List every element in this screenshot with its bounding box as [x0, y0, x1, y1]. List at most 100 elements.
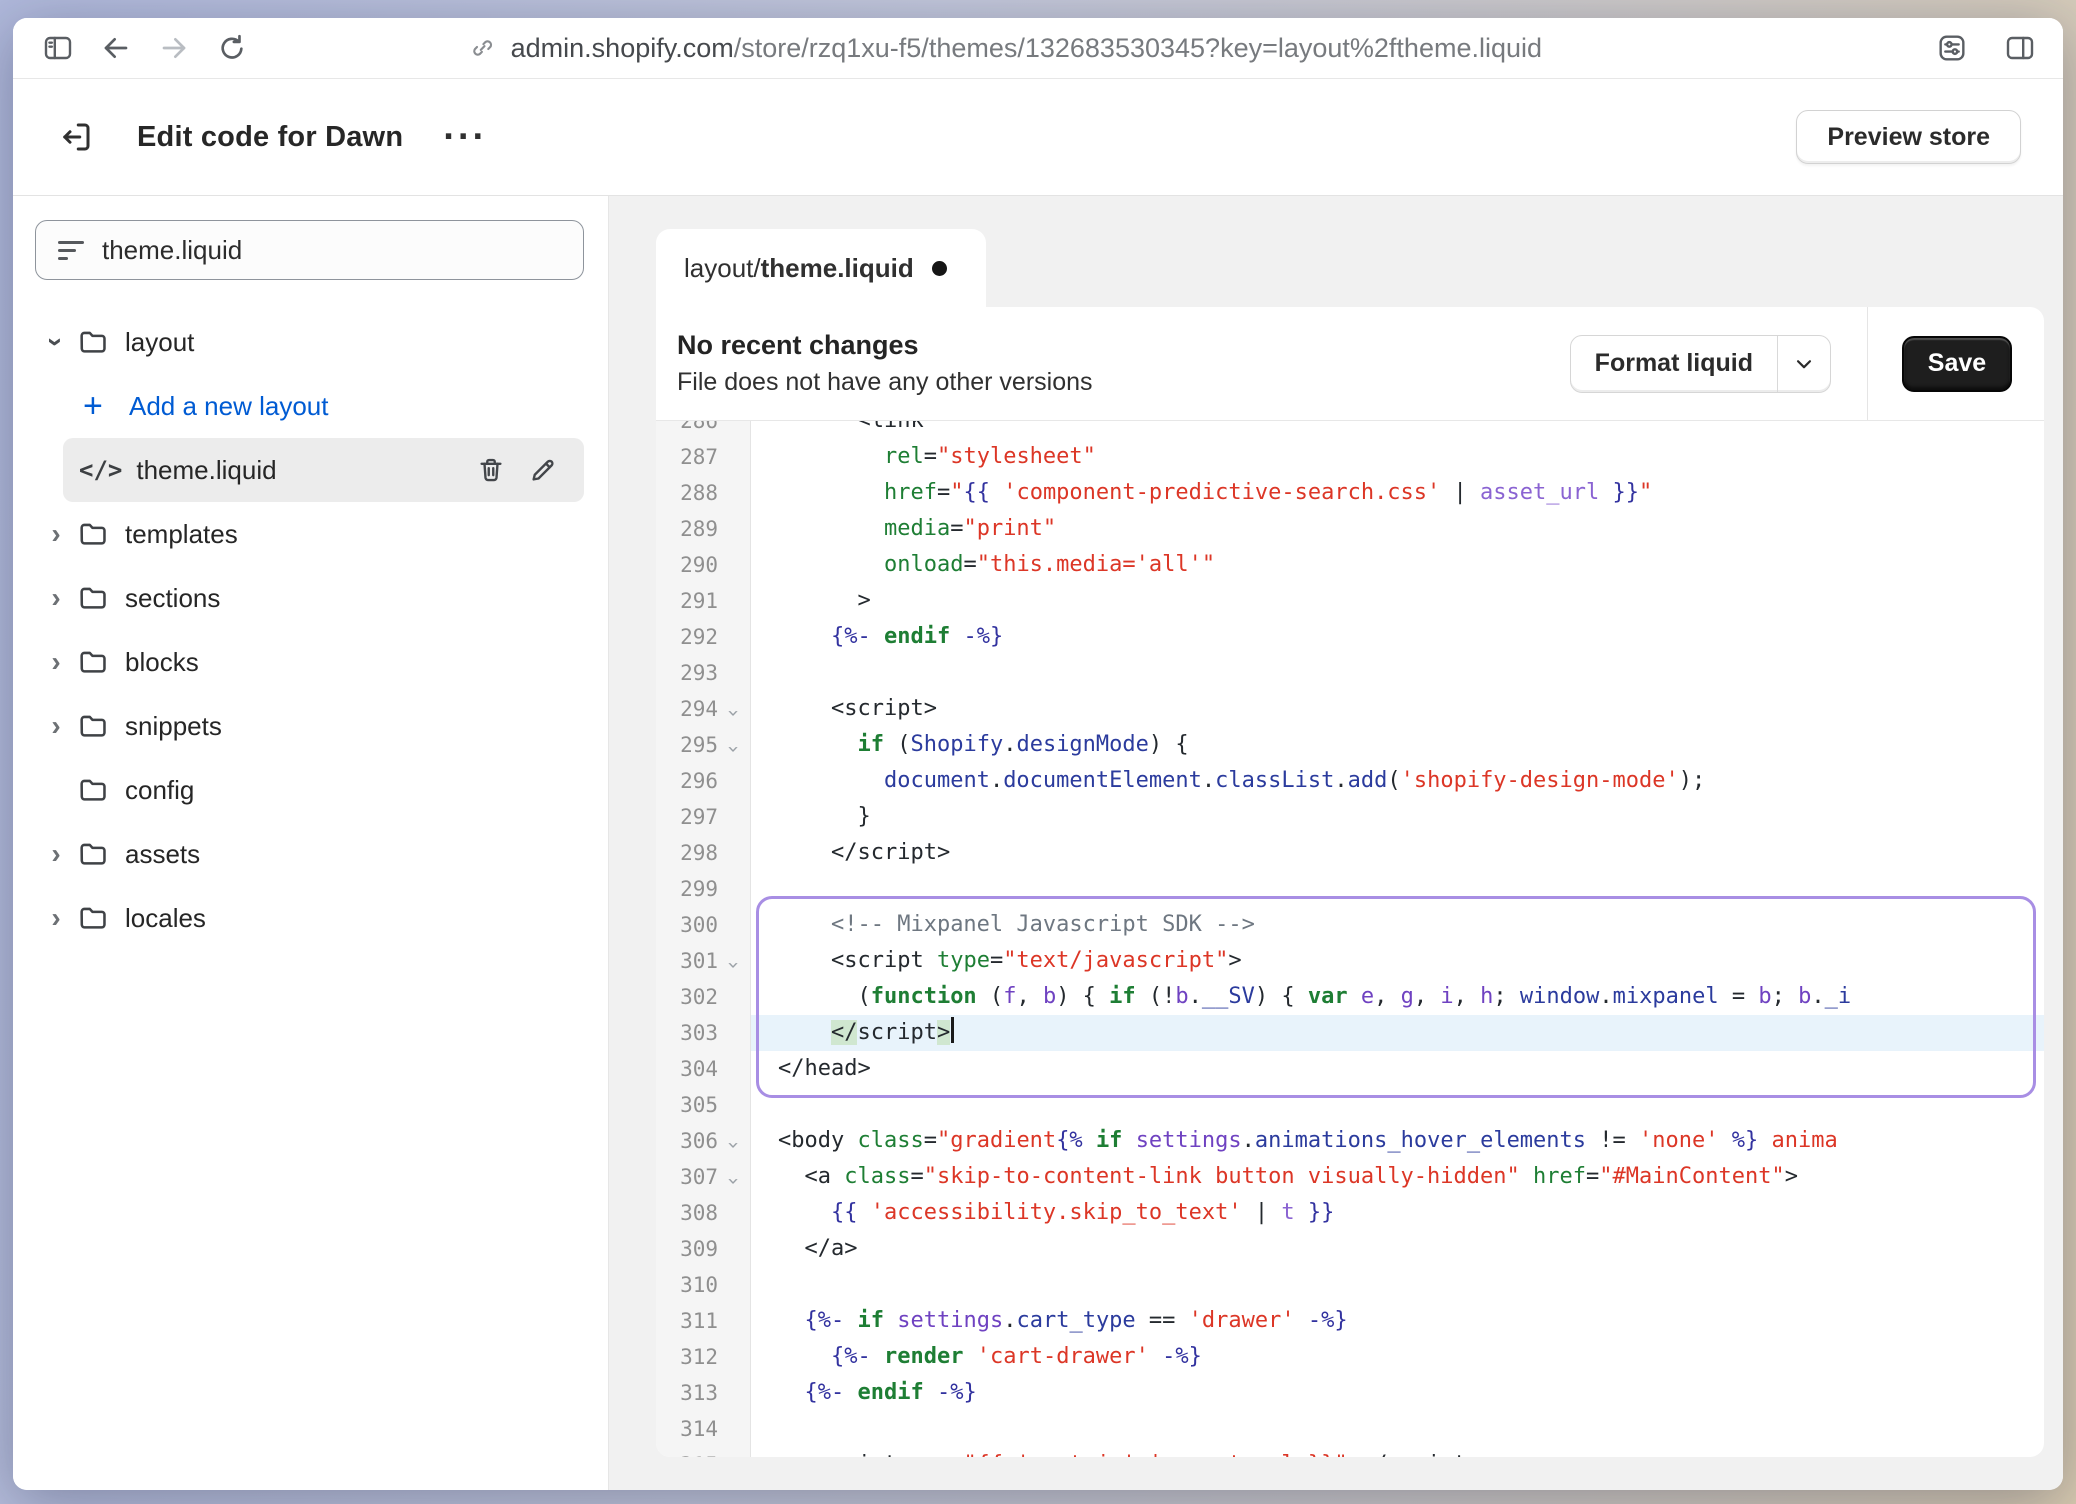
- sidebar-add-new-layout[interactable]: +Add a new layout: [35, 374, 584, 438]
- line-number: 286: [656, 421, 751, 439]
- code-line-288[interactable]: 288 href="{{ 'component-predictive-searc…: [656, 475, 2044, 511]
- code-line-291[interactable]: 291 >: [656, 583, 2044, 619]
- code-line-289[interactable]: 289 media="print": [656, 511, 2044, 547]
- format-liquid-dropdown[interactable]: [1777, 336, 1830, 392]
- code-line-294[interactable]: 294› <script>: [656, 691, 2044, 727]
- file-sidebar: theme.liquid › layout +Add a new layout</>…: [13, 196, 609, 1490]
- code-text: </script>: [751, 1015, 2044, 1051]
- sidebar-folder-blocks[interactable]: ›blocks: [35, 630, 584, 694]
- chevron-collapsed-icon[interactable]: ›: [35, 710, 77, 742]
- fold-toggle-icon[interactable]: ›: [724, 1131, 752, 1151]
- chevron-expanded-icon[interactable]: ›: [40, 321, 72, 363]
- code-line-314[interactable]: 314: [656, 1411, 2044, 1447]
- code-line-295[interactable]: 295› if (Shopify.designMode) {: [656, 727, 2044, 763]
- forward-button[interactable]: [153, 27, 195, 69]
- browser-window: admin.shopify.com/store/rzq1xu-f5/themes…: [13, 18, 2063, 1490]
- sidebar-file-theme.liquid[interactable]: </>theme.liquid: [63, 438, 584, 502]
- code-line-310[interactable]: 310: [656, 1267, 2044, 1303]
- fold-toggle-icon[interactable]: ›: [724, 735, 752, 755]
- format-liquid-label[interactable]: Format liquid: [1571, 336, 1777, 392]
- sidebar-folder-locales[interactable]: ›locales: [35, 886, 584, 950]
- address-bar[interactable]: admin.shopify.com/store/rzq1xu-f5/themes…: [470, 33, 1542, 64]
- page-header: Edit code for Dawn ··· Preview store: [13, 79, 2063, 196]
- delete-icon[interactable]: [476, 455, 506, 485]
- exit-button[interactable]: [53, 114, 99, 160]
- line-number: 307›: [656, 1159, 751, 1195]
- code-line-286[interactable]: 286 <link: [656, 421, 2044, 439]
- url-text: admin.shopify.com/store/rzq1xu-f5/themes…: [511, 33, 1542, 64]
- folder-icon: [77, 838, 109, 870]
- code-line-302[interactable]: 302 (function (f, b) { if (!b.__SV) { va…: [656, 979, 2044, 1015]
- save-button[interactable]: Save: [1902, 336, 2012, 392]
- sidebar-folder-config[interactable]: config: [35, 758, 584, 822]
- preview-store-button[interactable]: Preview store: [1796, 110, 2021, 164]
- code-line-308[interactable]: 308 {{ 'accessibility.skip_to_text' | t …: [656, 1195, 2044, 1231]
- reload-button[interactable]: [211, 27, 253, 69]
- code-line-287[interactable]: 287 rel="stylesheet": [656, 439, 2044, 475]
- folder-icon: [77, 774, 109, 806]
- file-filter-input[interactable]: theme.liquid: [35, 220, 584, 280]
- code-line-293[interactable]: 293: [656, 655, 2044, 691]
- line-number: 290: [656, 547, 751, 583]
- code-line-290[interactable]: 290 onload="this.media='all'": [656, 547, 2044, 583]
- code-text: [751, 655, 2044, 691]
- code-line-309[interactable]: 309 </a>: [656, 1231, 2044, 1267]
- code-line-313[interactable]: 313 {%- endif -%}: [656, 1375, 2044, 1411]
- edit-icon[interactable]: [528, 455, 558, 485]
- code-editor[interactable]: 286 <link287 rel="stylesheet"288 href="{…: [656, 421, 2044, 1457]
- code-line-306[interactable]: 306›<body class="gradient{% if settings.…: [656, 1123, 2044, 1159]
- chevron-collapsed-icon[interactable]: ›: [35, 646, 77, 678]
- code-line-305[interactable]: 305: [656, 1087, 2044, 1123]
- code-line-315[interactable]: 315 <script src="{{ 'cart.js' | asset_ur…: [656, 1447, 2044, 1457]
- code-line-298[interactable]: 298 </script>: [656, 835, 2044, 871]
- sidebar-right-toggle-icon[interactable]: [1999, 27, 2041, 69]
- page-settings-icon[interactable]: [1931, 27, 1973, 69]
- code-line-304[interactable]: 304</head>: [656, 1051, 2044, 1087]
- sidebar-folder-layout[interactable]: › layout: [35, 310, 584, 374]
- sidebar-folder-sections[interactable]: ›sections: [35, 566, 584, 630]
- fold-toggle-icon[interactable]: ›: [724, 699, 752, 719]
- editor-card: No recent changes File does not have any…: [656, 307, 2044, 1457]
- fold-toggle-icon[interactable]: ›: [724, 1167, 752, 1187]
- chevron-collapsed-icon[interactable]: ›: [35, 902, 77, 934]
- code-line-303[interactable]: 303 </script>: [656, 1015, 2044, 1051]
- code-text: document.documentElement.classList.add('…: [751, 763, 2044, 799]
- code-text: {%- render 'cart-drawer' -%}: [751, 1339, 2044, 1375]
- folder-icon: [77, 326, 109, 358]
- code-line-301[interactable]: 301› <script type="text/javascript">: [656, 943, 2044, 979]
- code-line-296[interactable]: 296 document.documentElement.classList.a…: [656, 763, 2044, 799]
- status-title: No recent changes: [677, 330, 1093, 361]
- header-divider: [1867, 307, 1868, 420]
- chevron-collapsed-icon[interactable]: ›: [35, 838, 77, 870]
- code-line-299[interactable]: 299: [656, 871, 2044, 907]
- code-text: [751, 1267, 2044, 1303]
- line-number: 313: [656, 1375, 751, 1411]
- sidebar-folder-templates[interactable]: ›templates: [35, 502, 584, 566]
- overflow-menu-button[interactable]: ···: [443, 127, 487, 147]
- code-line-311[interactable]: 311 {%- if settings.cart_type == 'drawer…: [656, 1303, 2044, 1339]
- sidebar-toggle-icon[interactable]: [37, 27, 79, 69]
- plus-icon: +: [83, 387, 117, 426]
- line-number: 292: [656, 619, 751, 655]
- code-line-300[interactable]: 300 <!-- Mixpanel Javascript SDK -->: [656, 907, 2044, 943]
- sidebar-folder-assets[interactable]: ›assets: [35, 822, 584, 886]
- back-button[interactable]: [95, 27, 137, 69]
- tab-file-name: theme.liquid: [761, 253, 914, 284]
- folder-label: snippets: [125, 711, 222, 742]
- format-liquid-button: Format liquid: [1570, 335, 1831, 393]
- folder-label: layout: [125, 327, 194, 358]
- folder-icon: [77, 902, 109, 934]
- fold-toggle-icon[interactable]: ›: [724, 951, 752, 971]
- code-line-312[interactable]: 312 {%- render 'cart-drawer' -%}: [656, 1339, 2044, 1375]
- code-line-292[interactable]: 292 {%- endif -%}: [656, 619, 2044, 655]
- code-line-297[interactable]: 297 }: [656, 799, 2044, 835]
- code-line-307[interactable]: 307› <a class="skip-to-content-link butt…: [656, 1159, 2044, 1195]
- code-text: {%- endif -%}: [751, 1375, 2044, 1411]
- line-number: 309: [656, 1231, 751, 1267]
- unsaved-indicator-dot: [932, 261, 947, 276]
- text-cursor: [951, 1017, 954, 1043]
- chevron-collapsed-icon[interactable]: ›: [35, 582, 77, 614]
- sidebar-folder-snippets[interactable]: › snippets: [35, 694, 584, 758]
- chevron-collapsed-icon[interactable]: ›: [35, 518, 77, 550]
- tab-theme-liquid[interactable]: layout/theme.liquid: [656, 229, 986, 307]
